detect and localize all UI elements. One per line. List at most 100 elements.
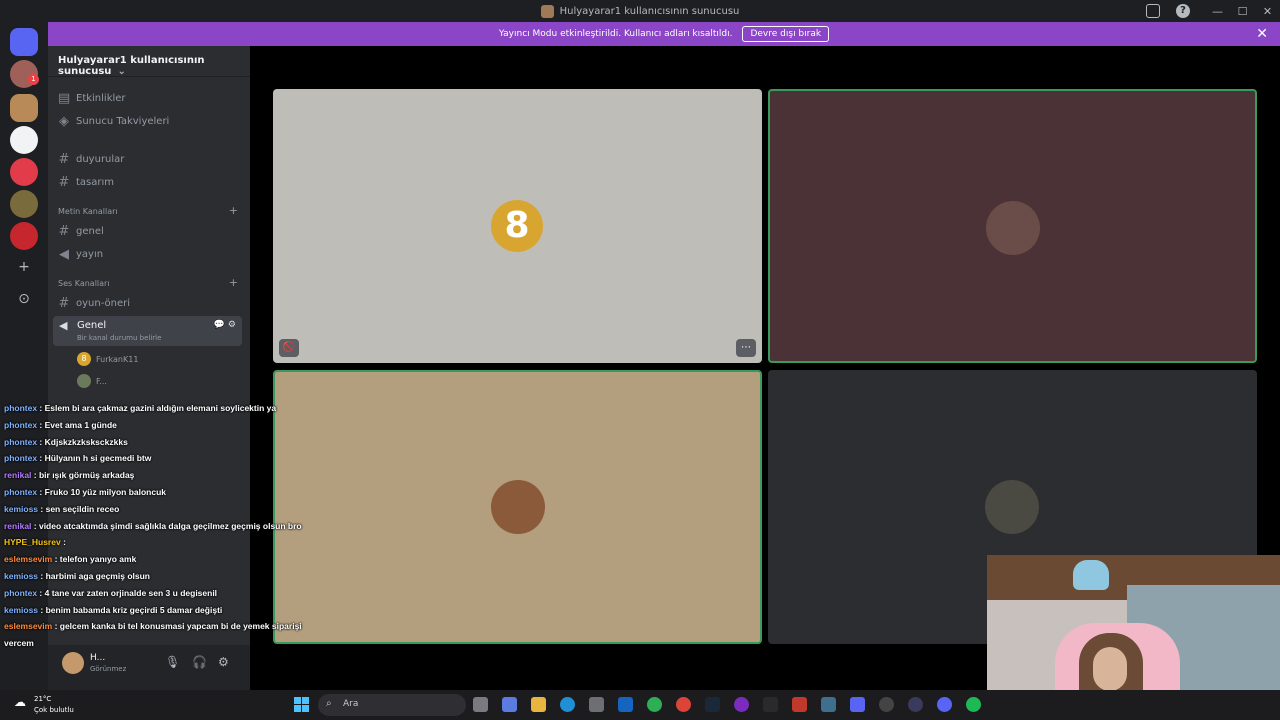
- user-status: Görünmez: [90, 665, 127, 673]
- hash-icon: #: [58, 224, 70, 239]
- cloud-icon: ☁: [14, 695, 26, 709]
- chat-message: phontex : Eslem bi ara çakmaz gazini ald…: [4, 403, 277, 413]
- store-icon[interactable]: [589, 697, 604, 712]
- avatar[interactable]: [62, 652, 84, 674]
- spotify-icon[interactable]: [966, 697, 981, 712]
- chat-username: phontex: [4, 587, 38, 598]
- app-icon[interactable]: [734, 697, 749, 712]
- divider: [48, 76, 250, 77]
- channel-oyun-oneri[interactable]: # oyun-öneri: [58, 296, 130, 311]
- chat-text: telefon yanıyo amk: [59, 554, 137, 565]
- steam-icon[interactable]: [705, 697, 720, 712]
- banner-close-icon[interactable]: ✕: [1256, 26, 1268, 42]
- discord-taskbar-icon[interactable]: [937, 697, 952, 712]
- chat-text: video atcaktımda şimdi sağlıkla dalga ge…: [38, 520, 302, 531]
- server-icon[interactable]: [10, 190, 38, 218]
- server-avatar-icon: [540, 4, 554, 18]
- chat-text: Eslem bi ara çakmaz gazini aldığın elema…: [44, 403, 277, 413]
- chat-username: renikal: [4, 470, 32, 481]
- chat-username: kemioss: [4, 503, 39, 514]
- edge-icon[interactable]: [560, 697, 575, 712]
- chat-username: phontex: [4, 453, 38, 464]
- chat-message: renikal : video atcaktımda şimdi sağlıkl…: [4, 520, 302, 531]
- participant-tile-speaking[interactable]: [768, 89, 1257, 363]
- boost-icon: ◈: [59, 114, 69, 129]
- add-channel-icon[interactable]: +: [229, 204, 238, 217]
- hash-icon: #: [58, 175, 70, 190]
- channel-genel[interactable]: # genel: [58, 224, 104, 239]
- avatar: 8: [77, 352, 91, 366]
- app-icon[interactable]: [792, 697, 807, 712]
- chat-message: eslemsevim : gelcem kanka bi tel konusma…: [4, 621, 302, 632]
- speaker-icon: ◀: [59, 247, 69, 262]
- channel-yayin[interactable]: ◀ yayın: [58, 247, 103, 262]
- explore-icon[interactable]: ⊙: [15, 290, 33, 308]
- chat-username: phontex: [4, 436, 38, 447]
- channel-duyurular[interactable]: # duyurular: [58, 152, 125, 167]
- username: H...: [90, 653, 106, 663]
- inbox-icon[interactable]: [1146, 4, 1160, 18]
- app-icon[interactable]: [647, 697, 662, 712]
- chat-text: 4 tane var zaten orjinalde sen 3 u degis…: [44, 587, 218, 598]
- disable-streamer-mode-button[interactable]: Devre dışı bırak: [742, 26, 830, 42]
- add-voice-channel-icon[interactable]: +: [229, 276, 238, 289]
- app-icon[interactable]: [821, 697, 836, 712]
- server-icon[interactable]: [10, 126, 38, 154]
- headset-icon[interactable]: 🎧: [192, 655, 207, 669]
- chrome-icon[interactable]: [676, 697, 691, 712]
- minimize-button[interactable]: —: [1205, 5, 1230, 18]
- help-icon[interactable]: ?: [1176, 4, 1190, 18]
- chat-settings-icon[interactable]: 💬 ⚙: [214, 320, 236, 330]
- chat-message: kemioss : harbimi aga geçmiş olsun: [4, 571, 150, 581]
- task-view-icon[interactable]: [473, 697, 488, 712]
- weather-condition: Çok bulutlu: [34, 706, 74, 714]
- server-boosts-item[interactable]: ◈ Sunucu Takviyeleri: [58, 114, 169, 129]
- chat-text: Kdjskzkzksksckzkks: [44, 436, 128, 447]
- mic-icon[interactable]: 🎙: [165, 655, 180, 669]
- server-icon[interactable]: [10, 94, 38, 122]
- avatar: [491, 480, 545, 534]
- hash-icon: #: [58, 152, 70, 167]
- add-server-icon[interactable]: +: [15, 258, 33, 276]
- more-options-icon[interactable]: ⋯: [736, 339, 756, 357]
- chat-message: phontex : Kdjskzkzksksckzkks: [4, 436, 128, 447]
- copilot-icon[interactable]: [502, 697, 517, 712]
- start-button[interactable]: [294, 697, 309, 712]
- taskbar: ☁ 21°C Çok bulutlu ⌕ Ara: [0, 690, 1280, 720]
- voice-user[interactable]: 8 FurkanK11: [77, 352, 138, 366]
- server-name-header[interactable]: Hulyayarar1 kullanıcısının sunucusu ⌄: [58, 55, 250, 77]
- app-icon[interactable]: [908, 697, 923, 712]
- user-panel: H... Görünmez 🎙 🎧 ⚙: [48, 645, 250, 690]
- app-icon[interactable]: [850, 697, 865, 712]
- avatar: [985, 480, 1039, 534]
- search-icon: ⌕: [326, 698, 332, 709]
- taskbar-search[interactable]: ⌕ Ara: [318, 694, 466, 716]
- chat-text: Hülyanın h si gecmedi btw: [44, 453, 152, 464]
- speaker-icon: ◀: [59, 319, 68, 332]
- channel-tasarim[interactable]: # tasarım: [58, 175, 114, 190]
- obs-icon[interactable]: [879, 697, 894, 712]
- category-text-channels[interactable]: Metin Kanalları: [58, 207, 118, 216]
- participant-tile-speaking[interactable]: [273, 370, 762, 644]
- chat-message: kemioss : benim babamda kriz geçirdi 5 d…: [4, 604, 223, 615]
- category-voice-channels[interactable]: Ses Kanalları: [58, 279, 110, 288]
- epic-games-icon[interactable]: [763, 697, 778, 712]
- chat-username: phontex: [4, 487, 38, 497]
- server-icon[interactable]: [10, 222, 38, 250]
- maximize-button[interactable]: ☐: [1230, 5, 1255, 18]
- banner-text: Yayıncı Modu etkinleştirildi. Kullanıcı …: [498, 29, 733, 39]
- chat-message: vercem: [4, 638, 34, 648]
- settings-icon[interactable]: ⚙: [218, 655, 229, 669]
- chat-message: phontex : Evet ama 1 günde: [4, 419, 117, 430]
- outlook-icon[interactable]: [618, 697, 633, 712]
- chat-username: renikal: [4, 520, 32, 531]
- chat-username: HYPE_Husrev: [4, 537, 61, 548]
- chat-text: harbimi aga geçmiş olsun: [45, 571, 150, 581]
- server-icon[interactable]: [10, 158, 38, 186]
- close-button[interactable]: ✕: [1255, 5, 1280, 18]
- discord-home-icon[interactable]: [10, 28, 38, 56]
- voice-channel-genel[interactable]: ◀ Genel Bir kanal durumu belirle 💬 ⚙: [53, 316, 242, 346]
- participant-tile[interactable]: 8 🚫 ⋯: [273, 89, 762, 363]
- file-explorer-icon[interactable]: [531, 697, 546, 712]
- events-item[interactable]: ▤ Etkinlikler: [58, 91, 126, 106]
